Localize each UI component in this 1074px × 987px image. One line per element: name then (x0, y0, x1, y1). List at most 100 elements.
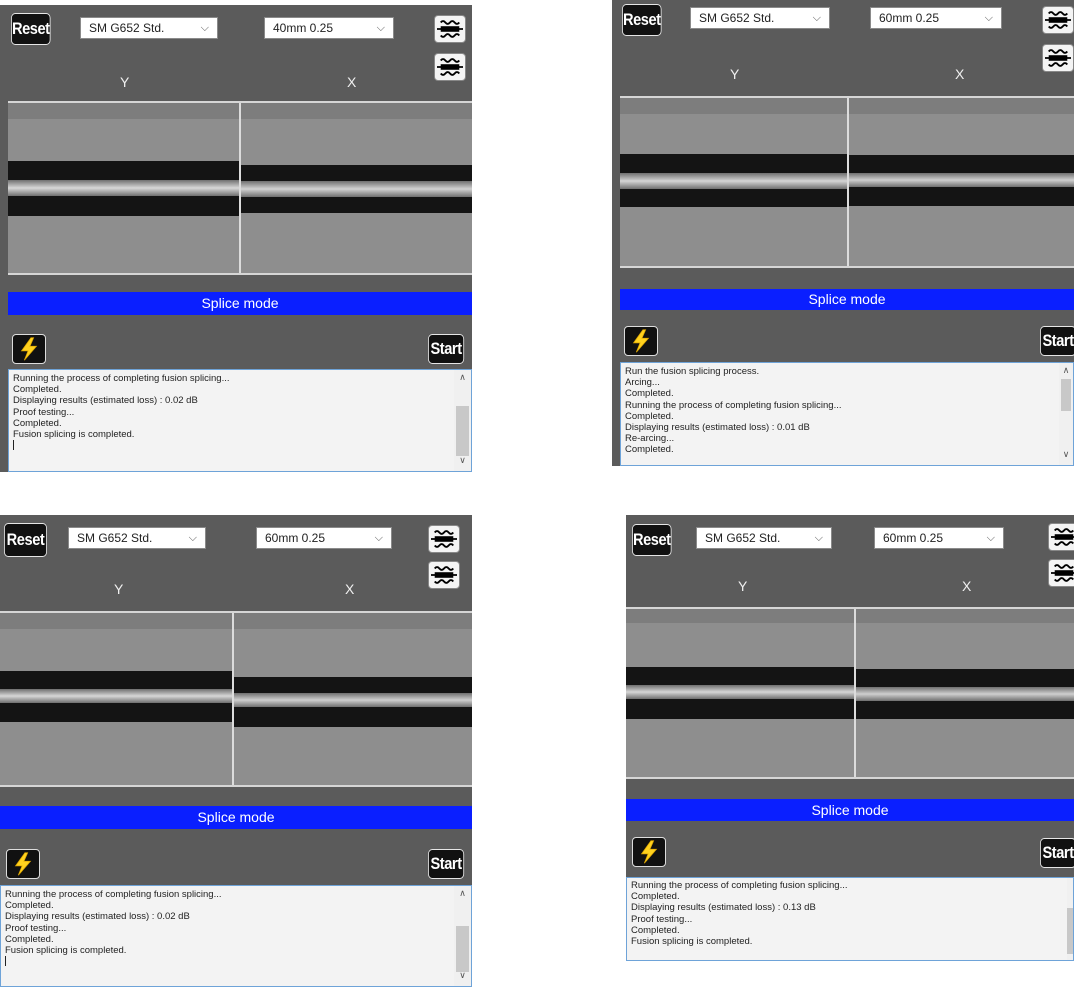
mode-label: Splice mode (811, 802, 889, 818)
chevron-down-icon: ⌵ (814, 532, 823, 544)
motor-y-button[interactable] (428, 525, 460, 553)
scroll-down-icon[interactable]: ∨ (454, 970, 471, 984)
text-caret (5, 956, 467, 969)
motor-x-button[interactable] (1048, 559, 1074, 587)
reset-button[interactable]: Reset (622, 4, 662, 36)
lightning-arc-icon (632, 329, 650, 353)
cleave-setting-value: 60mm 0.25 (883, 531, 944, 545)
fiber-type-select[interactable]: SM G652 Std. ⌵ (68, 527, 206, 549)
scroll-up-icon[interactable]: ∧ (454, 888, 471, 902)
motor-clamp-icon (1045, 49, 1071, 67)
log-line: Displaying results (estimated loss) : 0.… (13, 395, 198, 407)
scroll-thumb[interactable] (1067, 908, 1073, 954)
chevron-down-icon: ⌵ (188, 532, 197, 544)
log-scrollbar[interactable]: ∧ ∨ (454, 886, 471, 986)
arc-button[interactable] (624, 326, 658, 356)
start-button[interactable]: Start (1040, 326, 1074, 356)
log-line: Completed. (5, 933, 54, 945)
message-log[interactable]: Run the fusion splicing process. Arcing.… (620, 362, 1074, 466)
log-line: Fusion splicing is completed. (5, 945, 127, 957)
arc-button[interactable] (6, 849, 40, 879)
log-scrollbar[interactable] (1067, 878, 1073, 960)
log-line: Proof testing... (5, 922, 67, 934)
y-camera-image (620, 98, 847, 266)
motor-clamp-icon (431, 566, 457, 584)
fiber-image-view (626, 607, 1074, 779)
x-camera-label: X (962, 578, 972, 594)
log-line: Completed. (625, 388, 674, 400)
motor-clamp-icon (431, 530, 457, 548)
mode-status-bar: Splice mode (626, 799, 1074, 821)
start-button[interactable]: Start (428, 849, 465, 879)
scroll-thumb[interactable] (456, 926, 469, 972)
cleave-setting-select[interactable]: 60mm 0.25 ⌵ (256, 527, 392, 549)
log-line: Fusion splicing is completed. (13, 429, 135, 441)
motor-y-button[interactable] (1042, 6, 1074, 34)
x-camera-image (856, 609, 1074, 777)
log-scrollbar[interactable]: ∧ ∨ (454, 370, 471, 471)
fiber-type-select[interactable]: SM G652 Std. ⌵ (696, 527, 832, 549)
scroll-thumb[interactable] (456, 406, 469, 456)
x-camera-label: X (347, 74, 357, 90)
cleave-setting-select[interactable]: 60mm 0.25 ⌵ (874, 527, 1004, 549)
y-camera-image (8, 103, 239, 273)
scroll-thumb[interactable] (1061, 379, 1071, 411)
y-camera-label: Y (120, 74, 130, 90)
scroll-down-icon[interactable]: ∨ (1059, 449, 1073, 463)
log-line: Completed. (625, 444, 674, 456)
reset-button[interactable]: Reset (11, 13, 51, 45)
scroll-down-icon[interactable]: ∨ (454, 455, 471, 469)
cleave-setting-value: 60mm 0.25 (879, 11, 940, 25)
fiber-type-select[interactable]: SM G652 Std. ⌵ (80, 17, 218, 39)
message-log[interactable]: Running the process of completing fusion… (626, 877, 1074, 961)
arc-button[interactable] (12, 334, 46, 364)
message-log[interactable]: Running the process of completing fusion… (0, 885, 472, 987)
y-camera-label: Y (730, 66, 740, 82)
log-scrollbar[interactable]: ∧ ∨ (1059, 363, 1073, 465)
motor-x-button[interactable] (434, 53, 466, 81)
log-line: Completed. (13, 384, 62, 396)
cleave-setting-value: 40mm 0.25 (273, 21, 334, 35)
log-line: Completed. (625, 410, 674, 422)
mode-label: Splice mode (201, 295, 279, 311)
log-line: Running the process of completing fusion… (625, 399, 842, 411)
fiber-type-value: SM G652 Std. (89, 21, 165, 35)
start-button[interactable]: Start (1040, 838, 1074, 868)
x-camera-label: X (345, 581, 355, 597)
mode-status-bar: Splice mode (620, 289, 1074, 310)
reset-button[interactable]: Reset (632, 524, 672, 556)
fiber-type-select[interactable]: SM G652 Std. ⌵ (690, 7, 830, 29)
log-line: Re-arcing... (625, 433, 675, 445)
log-line: Completed. (13, 417, 62, 429)
y-camera-image (626, 609, 854, 777)
reset-button[interactable]: Reset (4, 523, 47, 557)
mode-label: Splice mode (808, 291, 886, 307)
motor-y-button[interactable] (434, 15, 466, 43)
arc-button[interactable] (632, 837, 666, 867)
cleave-setting-value: 60mm 0.25 (265, 531, 326, 545)
motor-x-button[interactable] (1042, 44, 1074, 72)
motor-clamp-icon (1051, 564, 1074, 582)
log-line: Completed. (631, 924, 680, 936)
lightning-arc-icon (20, 337, 38, 361)
motor-clamp-icon (1045, 11, 1071, 29)
mode-status-bar: Splice mode (0, 806, 472, 829)
log-line: Completed. (631, 891, 680, 903)
cleave-setting-select[interactable]: 60mm 0.25 ⌵ (870, 7, 1002, 29)
y-camera-image (0, 613, 232, 785)
motor-clamp-icon (1051, 528, 1074, 546)
start-button[interactable]: Start (428, 334, 465, 364)
motor-y-button[interactable] (1048, 523, 1074, 551)
cleave-setting-select[interactable]: 40mm 0.25 ⌵ (264, 17, 394, 39)
fiber-image-view (8, 101, 472, 275)
fiber-type-value: SM G652 Std. (77, 531, 153, 545)
scroll-up-icon[interactable]: ∧ (1059, 365, 1073, 379)
motor-x-button[interactable] (428, 561, 460, 589)
scroll-up-icon[interactable]: ∧ (454, 372, 471, 386)
log-line: Fusion splicing is completed. (631, 936, 753, 948)
splicer-panel-1: Reset SM G652 Std. ⌵ 40mm 0.25 ⌵ Y X Spl… (0, 5, 472, 472)
mode-status-bar: Splice mode (8, 292, 472, 315)
message-log[interactable]: Running the process of completing fusion… (8, 369, 472, 472)
log-line: Proof testing... (13, 406, 75, 418)
chevron-down-icon: ⌵ (812, 12, 821, 24)
